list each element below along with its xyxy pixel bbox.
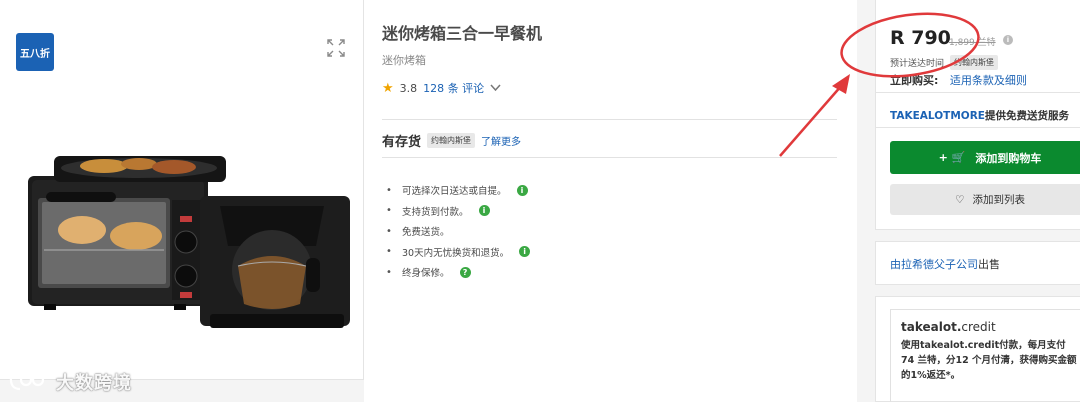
seller-suffix: 出售: [978, 258, 1000, 271]
promo-line[interactable]: TAKEALOTMORE提供免费送货服务: [890, 108, 1069, 123]
feature-text: 终身保修。: [402, 268, 450, 280]
promo-text: 提供免费送货服务: [984, 110, 1069, 122]
rating-row[interactable]: ★ 3.8 128 条 评论: [382, 80, 501, 96]
feature-list: • 可选择次日送达或自提。 i • 支持货到付款。 i • 免费送货。 • 30…: [386, 180, 531, 283]
reviews-link[interactable]: 128 条 评论: [423, 80, 484, 96]
list-item: • 可选择次日送达或自提。 i: [386, 180, 530, 201]
delivery-eta: 预计送达时间 约翰内斯堡: [890, 55, 999, 70]
feature-text: 免费送货。: [402, 227, 450, 239]
heart-icon: ♡: [955, 193, 965, 206]
chevron-down-icon[interactable]: [490, 84, 501, 92]
stock-label: 有存货: [382, 135, 422, 150]
list-item: • 免费送货。: [386, 225, 450, 239]
expand-icon[interactable]: [325, 37, 347, 59]
info-icon[interactable]: i: [478, 205, 490, 217]
buy-now-label: 立即购买:: [890, 74, 939, 87]
add-cart-icon: + 🛒: [938, 151, 966, 164]
watermark: 大数跨境: [8, 369, 132, 395]
add-list-label: 添加到列表: [972, 194, 1025, 206]
stock-status: 有存货 约翰内斯堡 了解更多: [382, 131, 521, 150]
price: R 790: [890, 27, 951, 49]
feature-text: 30天内无忧换货和退货。: [402, 247, 510, 259]
info-icon[interactable]: i: [519, 246, 531, 258]
product-gallery: 五八折 大数跨境: [0, 0, 364, 394]
was-price: 1,899 兰特: [949, 38, 996, 48]
divider: [876, 127, 1080, 128]
credit-text: 使用takealot.credit付款，每月支付 74 兰特，分12 个月付清，…: [901, 340, 1077, 381]
buy-box: R 790 1,899 兰特 i 预计送达时间 约翰内斯堡 立即购买: 适用条款…: [875, 0, 1080, 230]
product-title: 迷你烤箱三合一早餐机: [382, 24, 543, 43]
location-tag: 约翰内斯堡: [427, 133, 476, 148]
terms-link[interactable]: 适用条款及细则: [950, 74, 1027, 87]
product-subtitle[interactable]: 迷你烤箱: [382, 52, 426, 68]
product-image[interactable]: [24, 150, 354, 340]
list-item: • 终身保修。 ?: [386, 262, 530, 283]
rating-value: 3.8: [399, 81, 418, 95]
feature-text: 可选择次日送达或自提。: [402, 186, 507, 198]
add-to-list-button[interactable]: ♡ 添加到列表: [890, 184, 1080, 215]
credit-promo[interactable]: takealot.credit 使用takealot.credit付款，每月支付…: [890, 309, 1080, 402]
buy-now-row: 立即购买: 适用条款及细则: [890, 72, 1027, 88]
watermark-text: 大数跨境: [56, 373, 132, 394]
credit-logo: takealot.credit: [901, 320, 996, 334]
info-icon[interactable]: i: [516, 184, 528, 196]
add-cart-label: 添加到购物车: [975, 151, 1042, 165]
seller-card: 由拉希德父子公司出售: [875, 241, 1080, 285]
eta-label: 预计送达时间: [890, 59, 945, 69]
promo-code: TAKEALOTMORE: [890, 110, 985, 122]
learn-more-link[interactable]: 了解更多: [481, 133, 521, 148]
help-icon[interactable]: ?: [459, 266, 471, 278]
divider: [382, 157, 837, 158]
divider: [876, 92, 1080, 93]
credit-card: takealot.credit 使用takealot.credit付款，每月支付…: [875, 296, 1080, 402]
feature-text: 支持货到付款。: [402, 206, 469, 218]
add-to-cart-button[interactable]: + 🛒 添加到购物车: [890, 141, 1080, 174]
list-item: • 30天内无忧换货和退货。 i: [386, 242, 531, 263]
watermark-logo-icon: [9, 373, 45, 391]
product-info: 迷你烤箱三合一早餐机 迷你烤箱 ★ 3.8 128 条 评论 有存货 约翰内斯堡…: [364, 0, 857, 402]
location-tag: 约翰内斯堡: [950, 55, 999, 70]
price-info-icon[interactable]: i: [1003, 35, 1013, 45]
list-item: • 支持货到付款。 i: [386, 201, 530, 222]
discount-badge: 五八折: [16, 33, 54, 71]
divider: [382, 119, 837, 120]
star-icon: ★: [382, 80, 394, 96]
seller-link[interactable]: 由拉希德父子公司: [890, 258, 978, 271]
